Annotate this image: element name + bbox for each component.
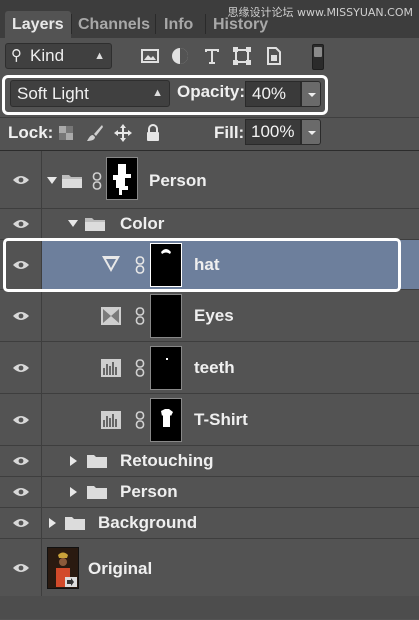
blend-mode-value: Soft Light bbox=[17, 84, 89, 103]
eye-icon[interactable] bbox=[12, 414, 30, 426]
visibility-column bbox=[0, 508, 42, 538]
collapse-triangle-icon[interactable] bbox=[70, 487, 77, 497]
layer-name: Retouching bbox=[120, 451, 214, 470]
visibility-column bbox=[0, 394, 42, 445]
tab-layers[interactable]: Layers bbox=[5, 11, 71, 38]
type-filter-icon[interactable] bbox=[202, 46, 222, 66]
levels-icon[interactable] bbox=[100, 410, 122, 430]
panel-empty-area bbox=[0, 596, 419, 619]
filter-kind-label: Kind bbox=[30, 46, 65, 65]
blend-mode-select[interactable]: Soft Light ▲ bbox=[10, 80, 170, 107]
lock-transparency-icon[interactable] bbox=[56, 123, 76, 143]
layer-name: Background bbox=[98, 513, 198, 532]
fill-dropdown-button[interactable] bbox=[301, 119, 321, 145]
opacity-label: Opacity: bbox=[177, 82, 246, 101]
search-icon: ⚲ bbox=[11, 47, 22, 64]
image-filter-icon[interactable] bbox=[140, 46, 160, 66]
layer-row-tshirt[interactable]: T-Shirt bbox=[0, 394, 419, 446]
folder-icon bbox=[85, 218, 105, 231]
visibility-column bbox=[0, 151, 42, 208]
visibility-column bbox=[0, 209, 42, 239]
layer-mask-thumbnail[interactable] bbox=[150, 346, 182, 390]
lock-position-move-icon[interactable] bbox=[113, 123, 133, 143]
folder-icon bbox=[65, 517, 85, 530]
visibility-column bbox=[0, 477, 42, 507]
visibility-column bbox=[0, 290, 42, 341]
tab-info[interactable]: Info bbox=[164, 11, 193, 38]
visibility-column bbox=[0, 342, 42, 393]
layer-name: Original bbox=[88, 559, 153, 578]
link-chain-icon[interactable] bbox=[135, 411, 145, 429]
layer-mask-thumbnail[interactable] bbox=[106, 157, 138, 200]
adjustment-filter-icon[interactable] bbox=[170, 46, 190, 66]
lock-image-brush-icon[interactable] bbox=[85, 123, 105, 143]
layers-list: Person Color hat Eyes teeth T-Shirt Reto… bbox=[0, 150, 419, 620]
opacity-dropdown-button[interactable] bbox=[301, 81, 321, 107]
layer-row-teeth[interactable]: teeth bbox=[0, 342, 419, 394]
collapse-triangle-icon[interactable] bbox=[70, 456, 77, 466]
eye-icon[interactable] bbox=[12, 310, 30, 322]
layer-name: Color bbox=[120, 214, 165, 233]
teeth-mask-shape bbox=[166, 358, 168, 360]
eye-icon[interactable] bbox=[12, 562, 30, 574]
layer-mask-thumbnail[interactable] bbox=[150, 294, 182, 338]
select-arrows-icon: ▲ bbox=[94, 50, 105, 62]
smart-object-filter-icon[interactable] bbox=[264, 46, 284, 66]
folder-icon bbox=[62, 175, 82, 188]
eye-icon[interactable] bbox=[12, 455, 30, 467]
layer-name: Person bbox=[149, 171, 207, 190]
tab-channels[interactable]: Channels bbox=[78, 11, 150, 38]
panel-tab-bar: Layers Channels Info History 思缘设计论坛 www.… bbox=[0, 0, 419, 38]
link-chain-icon[interactable] bbox=[135, 359, 145, 377]
lock-label: Lock: bbox=[8, 123, 54, 142]
layer-name: T-Shirt bbox=[194, 410, 248, 429]
lock-row: Lock: Fill: bbox=[0, 117, 419, 150]
eye-icon[interactable] bbox=[12, 486, 30, 498]
layer-row-original[interactable]: Original bbox=[0, 539, 419, 597]
visibility-column bbox=[0, 539, 42, 596]
layer-row-person-inner-group[interactable]: Person bbox=[0, 477, 419, 508]
watermark-text: 思缘设计论坛 www.MISSYUAN.COM bbox=[227, 6, 413, 19]
folder-icon bbox=[87, 455, 107, 468]
layer-mask-thumbnail[interactable] bbox=[150, 398, 182, 442]
collapse-triangle-icon[interactable] bbox=[49, 518, 56, 528]
link-chain-icon[interactable] bbox=[135, 307, 145, 325]
select-arrows-icon: ▲ bbox=[152, 87, 163, 99]
visibility-column bbox=[0, 446, 42, 476]
layer-row-retouching-group[interactable]: Retouching bbox=[0, 446, 419, 477]
eye-icon[interactable] bbox=[12, 218, 30, 230]
person-mask-shape bbox=[113, 164, 131, 195]
tab-separator bbox=[71, 14, 72, 34]
expand-triangle-icon[interactable] bbox=[68, 220, 78, 227]
hat-row-highlight-box bbox=[3, 238, 401, 292]
layer-filter-row: ⚲ Kind ▲ bbox=[0, 38, 419, 74]
layer-name: Eyes bbox=[194, 306, 234, 325]
layer-name: teeth bbox=[194, 358, 235, 377]
filter-toggle-switch[interactable] bbox=[312, 44, 324, 70]
channel-mixer-icon[interactable] bbox=[100, 306, 122, 326]
eye-icon[interactable] bbox=[12, 174, 30, 186]
link-chain-icon[interactable] bbox=[92, 172, 102, 190]
eye-icon[interactable] bbox=[12, 362, 30, 374]
lock-all-icon[interactable] bbox=[143, 123, 163, 143]
layer-name: Person bbox=[120, 482, 178, 501]
levels-icon[interactable] bbox=[100, 358, 122, 378]
opacity-field[interactable]: 40% bbox=[245, 81, 301, 107]
layer-row-person-group[interactable]: Person bbox=[0, 151, 419, 209]
folder-icon bbox=[87, 486, 107, 499]
tshirt-mask-shape bbox=[161, 409, 173, 427]
fill-label: Fill: bbox=[214, 123, 245, 142]
shape-filter-icon[interactable] bbox=[232, 46, 252, 66]
layer-row-eyes[interactable]: Eyes bbox=[0, 290, 419, 342]
expand-triangle-icon[interactable] bbox=[47, 177, 57, 184]
layer-thumbnail-image[interactable] bbox=[47, 547, 79, 589]
layer-row-background-group[interactable]: Background bbox=[0, 508, 419, 539]
tab-separator bbox=[155, 14, 156, 34]
filter-kind-select[interactable]: ⚲ Kind ▲ bbox=[5, 43, 112, 69]
fill-field[interactable]: 100% bbox=[245, 119, 301, 145]
layers-panel: Layers Channels Info History 思缘设计论坛 www.… bbox=[0, 0, 419, 619]
tab-separator bbox=[205, 14, 206, 34]
eye-icon[interactable] bbox=[12, 517, 30, 529]
layer-row-color-group[interactable]: Color bbox=[0, 209, 419, 240]
